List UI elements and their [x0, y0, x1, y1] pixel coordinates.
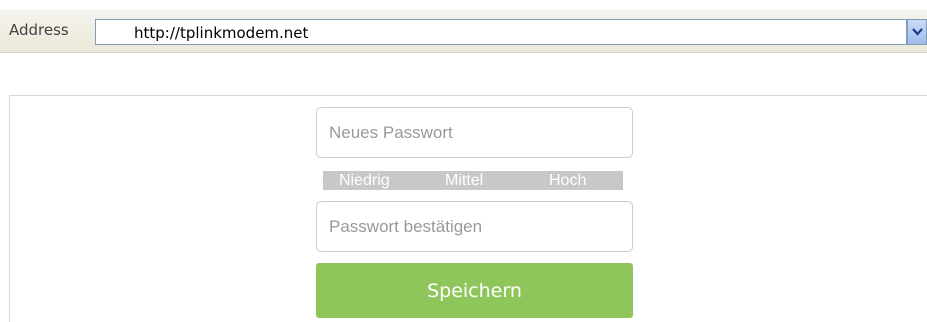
address-url[interactable]: http://tplinkmodem.net	[134, 24, 308, 42]
save-button[interactable]: Speichern	[316, 263, 633, 318]
password-panel: Niedrig Mittel Hoch Speichern	[9, 95, 927, 322]
address-label: Address	[9, 21, 69, 39]
browser-address-bar: Address http://tplinkmodem.net	[0, 0, 927, 62]
chevron-down-icon	[912, 28, 923, 36]
strength-low-label: Niedrig	[339, 172, 390, 189]
strength-medium-label: Mittel	[445, 172, 484, 189]
address-dropdown-button[interactable]	[907, 19, 927, 45]
strength-high-label: Hoch	[549, 172, 587, 189]
address-field[interactable]: http://tplinkmodem.net	[95, 19, 907, 45]
password-strength-bar: Niedrig Mittel Hoch	[323, 171, 623, 190]
new-password-input[interactable]	[316, 107, 633, 158]
confirm-password-input[interactable]	[316, 201, 633, 252]
address-toolbar: Address http://tplinkmodem.net	[0, 10, 927, 53]
